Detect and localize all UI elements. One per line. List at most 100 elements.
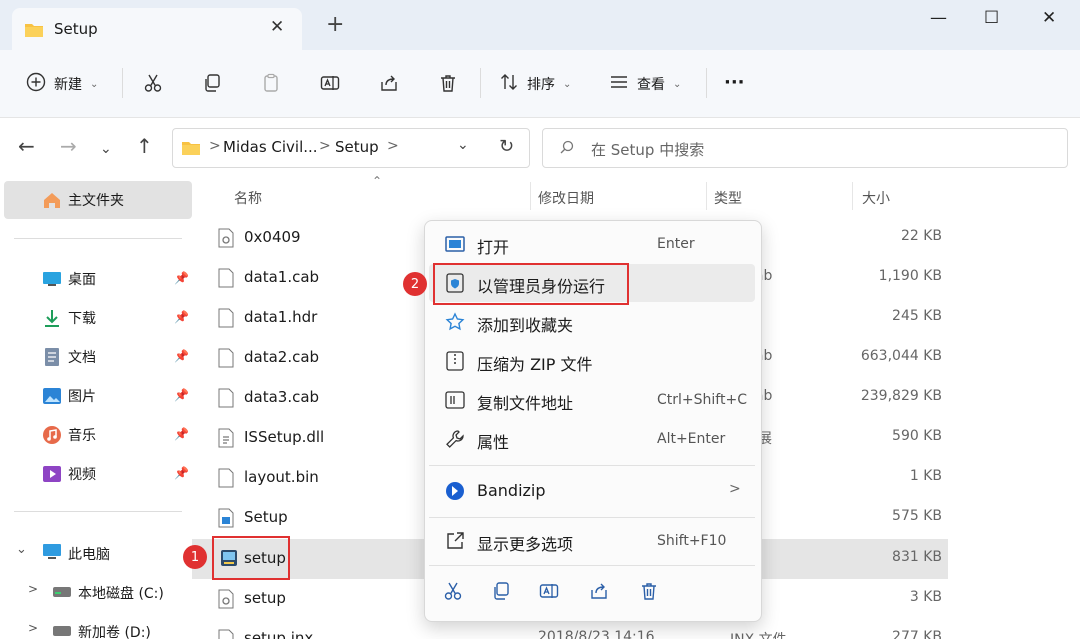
chevron-down-icon[interactable]: ⌄ xyxy=(16,542,27,557)
file-size: 277 KB xyxy=(892,629,942,639)
pin-icon[interactable]: 📌 xyxy=(174,271,189,285)
search-icon xyxy=(559,139,575,159)
sort-button[interactable]: 排序 ⌄ xyxy=(499,72,571,96)
close-window-button[interactable]: ✕ xyxy=(1042,8,1056,28)
menu-item-label: 显示更多选项 xyxy=(477,535,574,554)
pin-icon[interactable]: 📌 xyxy=(174,310,189,324)
file-name: setup xyxy=(244,589,286,607)
column-header-name[interactable]: 名称 xyxy=(234,188,262,208)
file-size: 22 KB xyxy=(900,228,942,244)
toolbar-divider xyxy=(480,68,481,98)
folder-icon xyxy=(181,140,201,160)
column-divider[interactable] xyxy=(530,182,531,210)
breadcrumb-setup[interactable]: Setup xyxy=(335,138,379,156)
address-dropdown-chevron-icon[interactable]: ⌄ xyxy=(457,137,469,153)
menu-item-open[interactable]: 打开 Enter xyxy=(429,225,755,263)
column-header-type[interactable]: 类型 xyxy=(714,188,742,208)
chevron-right-icon: > xyxy=(729,481,741,497)
delete-icon[interactable] xyxy=(438,73,458,97)
pin-icon[interactable]: 📌 xyxy=(174,427,189,441)
sidebar-item-home[interactable]: 主文件夹 xyxy=(4,181,192,219)
back-arrow-icon[interactable]: ← xyxy=(18,135,35,157)
sidebar-item-label: 此电脑 xyxy=(68,547,110,563)
rename-icon[interactable] xyxy=(539,581,559,605)
menu-divider xyxy=(429,565,755,566)
dll-file-icon xyxy=(218,428,234,452)
file-size: 590 KB xyxy=(892,428,942,444)
address-bar[interactable]: > Midas Civil... > Setup > ⌄ ↻ xyxy=(172,128,530,168)
rename-icon[interactable] xyxy=(320,73,340,97)
search-placeholder: 在 Setup 中搜索 xyxy=(591,141,705,159)
chevron-right-icon[interactable]: > xyxy=(28,621,38,635)
file-size: 3 KB xyxy=(909,589,942,605)
sort-icon xyxy=(499,72,519,96)
breadcrumb-midas[interactable]: Midas Civil... xyxy=(223,138,318,156)
file-row[interactable]: setup.inx 2018/8/23 14:16 INX 文件 277 KB xyxy=(192,619,948,639)
menu-item-compress-zip[interactable]: 压缩为 ZIP 文件 xyxy=(429,342,755,380)
file-name: Setup xyxy=(244,508,288,526)
sidebar-item-desktop[interactable]: 桌面 📌 xyxy=(4,260,192,298)
menu-item-add-to-favorites[interactable]: 添加到收藏夹 xyxy=(429,303,755,341)
sidebar-item-label: 新加卷 (D:) xyxy=(78,625,151,639)
cut-icon[interactable] xyxy=(443,581,463,605)
file-date: 2018/8/23 14:16 xyxy=(538,629,655,639)
pin-icon[interactable]: 📌 xyxy=(174,388,189,402)
cut-icon[interactable] xyxy=(143,73,163,97)
sidebar-divider xyxy=(14,238,182,239)
minimize-button[interactable]: — xyxy=(930,8,947,28)
column-header-modified[interactable]: 修改日期 xyxy=(538,188,594,208)
file-icon xyxy=(218,468,234,492)
paste-icon[interactable] xyxy=(261,73,281,97)
pin-icon[interactable]: 📌 xyxy=(174,349,189,363)
delete-icon[interactable] xyxy=(639,581,659,605)
new-tab-button[interactable]: + xyxy=(326,14,344,36)
new-button[interactable]: 新建 ⌄ xyxy=(26,72,98,96)
settings-file-icon xyxy=(218,589,234,613)
tab-setup[interactable]: Setup ✕ xyxy=(12,8,302,50)
share-icon[interactable] xyxy=(379,73,399,97)
sidebar-item-label: 本地磁盘 (C:) xyxy=(78,586,164,602)
share-icon[interactable] xyxy=(589,581,609,605)
drive-icon xyxy=(52,624,72,639)
sidebar-item-videos[interactable]: 视频 📌 xyxy=(4,455,192,493)
add-circle-icon xyxy=(26,72,46,96)
open-in-new-icon xyxy=(445,531,465,551)
sidebar-item-music[interactable]: 音乐 📌 xyxy=(4,416,192,454)
menu-shortcut: Shift+F10 xyxy=(657,533,727,549)
sidebar-item-drive-c[interactable]: > 本地磁盘 (C:) xyxy=(4,573,192,611)
more-options-button[interactable]: ··· xyxy=(724,72,745,93)
refresh-icon[interactable]: ↻ xyxy=(499,136,514,157)
column-divider[interactable] xyxy=(852,182,853,210)
column-divider[interactable] xyxy=(706,182,707,210)
sidebar-item-downloads[interactable]: 下载 📌 xyxy=(4,299,192,337)
sidebar-item-label: 桌面 xyxy=(68,272,96,288)
sidebar-divider xyxy=(14,511,182,512)
menu-item-copy-path[interactable]: 复制文件地址 Ctrl+Shift+C xyxy=(429,381,755,419)
sidebar-item-documents[interactable]: 文档 📌 xyxy=(4,338,192,376)
view-button[interactable]: 查看 ⌄ xyxy=(609,72,681,96)
recent-locations-chevron-icon[interactable]: ⌄ xyxy=(100,138,112,160)
chevron-right-icon[interactable]: > xyxy=(28,582,38,596)
maximize-button[interactable]: ☐ xyxy=(984,8,999,28)
pin-icon[interactable]: 📌 xyxy=(174,466,189,480)
up-arrow-icon[interactable]: ↑ xyxy=(136,135,153,157)
copy-icon[interactable] xyxy=(491,581,511,605)
chevron-down-icon: ⌄ xyxy=(90,78,99,90)
copy-icon[interactable] xyxy=(202,73,222,97)
tab-close-button[interactable]: ✕ xyxy=(270,17,284,37)
tab-title: Setup xyxy=(54,20,98,38)
file-size: 245 KB xyxy=(892,308,942,324)
search-box[interactable]: 在 Setup 中搜索 xyxy=(542,128,1068,168)
file-name: setup.inx xyxy=(244,629,314,639)
menu-item-show-more-options[interactable]: 显示更多选项 Shift+F10 xyxy=(429,522,755,560)
sidebar-item-pictures[interactable]: 图片 📌 xyxy=(4,377,192,415)
menu-shortcut: Alt+Enter xyxy=(657,431,726,447)
sidebar-item-drive-d[interactable]: > 新加卷 (D:) xyxy=(4,612,192,639)
computer-icon xyxy=(42,543,62,565)
menu-item-bandizip[interactable]: Bandizip > xyxy=(429,472,755,510)
view-icon xyxy=(609,72,629,96)
column-header-size[interactable]: 大小 xyxy=(862,188,890,208)
menu-item-properties[interactable]: 属性 Alt+Enter xyxy=(429,420,755,458)
forward-arrow-icon[interactable]: → xyxy=(60,135,77,157)
sidebar-item-this-pc[interactable]: ⌄ 此电脑 xyxy=(4,534,192,572)
